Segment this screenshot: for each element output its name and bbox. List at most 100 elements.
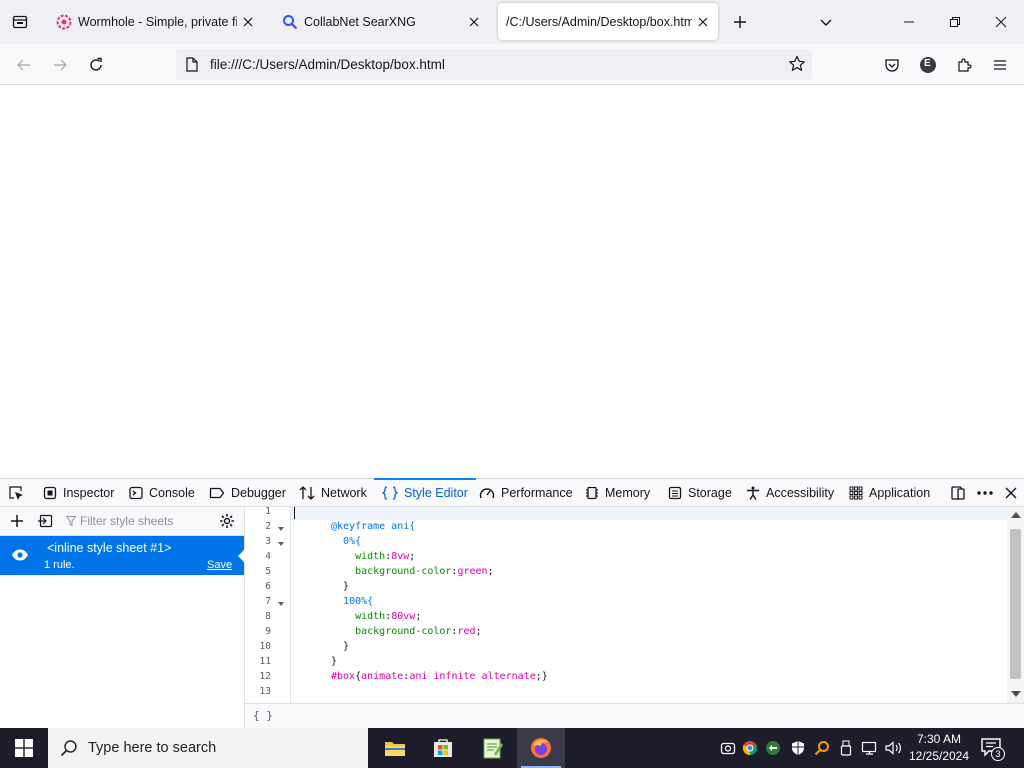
tray-security-icon[interactable] bbox=[789, 738, 807, 758]
style-editor-settings-button[interactable] bbox=[217, 511, 237, 531]
tab-style-editor[interactable]: Style Editor bbox=[374, 478, 476, 507]
bookmark-star-icon[interactable] bbox=[788, 55, 806, 76]
account-button[interactable]: E bbox=[913, 50, 943, 80]
fold-toggle-icon[interactable] bbox=[278, 602, 284, 606]
tray-search-tool-icon[interactable] bbox=[813, 738, 831, 758]
network-status-icon[interactable] bbox=[861, 738, 879, 758]
tab-title: /C:/Users/Admin/Desktop/box.htm bbox=[506, 14, 692, 29]
volume-icon[interactable] bbox=[885, 738, 903, 758]
pretty-print-button[interactable]: { } bbox=[253, 709, 273, 722]
vertical-scrollbar[interactable] bbox=[1007, 507, 1024, 703]
tab-debugger[interactable]: Debugger bbox=[209, 479, 286, 507]
close-window-button[interactable] bbox=[978, 0, 1024, 44]
tab-label: Memory bbox=[605, 486, 651, 500]
tab-label: Network bbox=[321, 486, 367, 500]
code-line[interactable]: #box{animate:ani infnite alternate;} bbox=[331, 671, 548, 682]
scroll-down-icon[interactable] bbox=[1011, 691, 1021, 697]
back-button[interactable] bbox=[9, 50, 39, 80]
tab-console[interactable]: Console bbox=[129, 479, 195, 507]
restore-button[interactable] bbox=[932, 0, 978, 44]
tray-sync-icon[interactable] bbox=[764, 738, 782, 758]
pocket-button[interactable] bbox=[877, 50, 907, 80]
close-tab-icon[interactable] bbox=[467, 15, 481, 29]
list-all-tabs-button[interactable] bbox=[803, 0, 849, 44]
line-number: 13 bbox=[259, 686, 271, 697]
taskbar-search-box[interactable]: Type here to search bbox=[48, 728, 368, 768]
new-tab-button[interactable] bbox=[717, 0, 763, 44]
file-explorer-button[interactable] bbox=[371, 728, 419, 768]
tab-inspector[interactable]: Inspector bbox=[43, 479, 114, 507]
eye-icon[interactable] bbox=[11, 548, 29, 565]
code-line[interactable]: background-color:red; bbox=[331, 626, 481, 637]
fold-toggle-icon[interactable] bbox=[278, 527, 284, 531]
tab-application[interactable]: Application bbox=[849, 479, 930, 507]
code-line[interactable]: width:80vw; bbox=[331, 611, 421, 622]
firefox-taskbar-button[interactable] bbox=[517, 728, 565, 768]
style-sheet-item[interactable]: <inline style sheet #1> 1 rule. Save bbox=[0, 536, 245, 575]
tab-searxng[interactable]: CollabNet SearXNG bbox=[274, 3, 489, 40]
close-tab-icon[interactable] bbox=[696, 15, 710, 29]
tab-performance[interactable]: Performance bbox=[479, 479, 573, 507]
tab-label: Storage bbox=[688, 486, 732, 500]
forward-button[interactable] bbox=[45, 50, 75, 80]
puzzle-icon bbox=[958, 58, 972, 72]
tab-strip: Wormhole - Simple, private file CollabNe… bbox=[0, 0, 1024, 44]
new-style-sheet-button[interactable] bbox=[7, 511, 27, 531]
tray-usb-icon[interactable] bbox=[837, 738, 855, 758]
style-editor-code[interactable]: 1 2 3 4 5 6 7 8 9 10 11 12 13 @keyframe ani{ 0%{ wid… bbox=[245, 507, 1024, 703]
address-bar[interactable]: file:///C:/Users/Admin/Desktop/box.html bbox=[176, 49, 812, 80]
minimize-button[interactable] bbox=[886, 0, 932, 44]
microsoft-store-button[interactable] bbox=[419, 728, 467, 768]
gear-icon bbox=[220, 514, 234, 528]
reload-button[interactable] bbox=[81, 50, 111, 80]
debugger-icon bbox=[209, 487, 225, 499]
tray-chrome-icon[interactable] bbox=[741, 738, 759, 758]
tab-network[interactable]: Network bbox=[299, 479, 367, 507]
import-style-sheet-button[interactable] bbox=[35, 511, 55, 531]
filter-style-sheets-input[interactable]: Filter style sheets bbox=[66, 507, 173, 535]
close-devtools-button[interactable] bbox=[1000, 479, 1022, 507]
tab-label: Accessibility bbox=[766, 486, 835, 500]
code-line[interactable]: } bbox=[331, 656, 337, 667]
scrollbar-thumb[interactable] bbox=[1010, 529, 1021, 679]
url-text[interactable]: file:///C:/Users/Admin/Desktop/box.html bbox=[210, 57, 445, 72]
code-line[interactable]: @keyframe ani{ bbox=[331, 521, 415, 532]
tab-accessibility[interactable]: Accessibility bbox=[746, 479, 834, 507]
clock-time: 7:30 AM bbox=[916, 732, 962, 746]
code-line[interactable]: 0%{ bbox=[331, 536, 361, 547]
tab-title: Wormhole - Simple, private file bbox=[78, 14, 237, 29]
code-line[interactable]: 100%{ bbox=[331, 596, 373, 607]
start-button[interactable] bbox=[0, 728, 48, 768]
app-menu-button[interactable] bbox=[985, 50, 1015, 80]
line-number-gutter: 1 2 3 4 5 6 7 8 9 10 11 12 13 bbox=[245, 507, 291, 703]
performance-icon bbox=[479, 488, 495, 499]
style-sheets-toolbar: Filter style sheets bbox=[0, 507, 244, 536]
code-line[interactable]: } bbox=[331, 581, 349, 592]
hamburger-menu-icon bbox=[994, 60, 1006, 70]
editor-footer: { } bbox=[245, 703, 1024, 728]
element-picker-button[interactable] bbox=[5, 479, 27, 507]
fold-toggle-icon[interactable] bbox=[278, 542, 284, 546]
code-line[interactable]: width:8vw; bbox=[331, 551, 415, 562]
storage-icon bbox=[668, 486, 682, 500]
plus-icon bbox=[11, 515, 23, 527]
code-line[interactable]: } bbox=[331, 641, 349, 652]
devtools-menu-button[interactable] bbox=[974, 479, 996, 507]
account-initial: E bbox=[924, 58, 931, 69]
action-center-button[interactable]: 3 bbox=[980, 736, 1005, 761]
system-clock[interactable]: 7:30 AM 12/25/2024 bbox=[908, 731, 970, 765]
tab-storage[interactable]: Storage bbox=[668, 479, 732, 507]
firefox-view-button[interactable] bbox=[0, 0, 40, 44]
tab-wormhole[interactable]: Wormhole - Simple, private file bbox=[48, 3, 263, 40]
tray-screenshot-icon[interactable] bbox=[719, 738, 737, 758]
code-line[interactable]: background-color:green; bbox=[331, 566, 494, 577]
extensions-button[interactable] bbox=[949, 50, 979, 80]
close-tab-icon[interactable] bbox=[241, 15, 255, 29]
editor-app-button[interactable] bbox=[468, 728, 516, 768]
tab-box-html[interactable]: /C:/Users/Admin/Desktop/box.htm bbox=[498, 3, 718, 40]
scroll-up-icon[interactable] bbox=[1011, 512, 1021, 518]
save-link[interactable]: Save bbox=[207, 559, 232, 571]
responsive-design-button[interactable] bbox=[947, 479, 969, 507]
tab-memory[interactable]: Memory bbox=[585, 479, 650, 507]
inspector-icon bbox=[43, 486, 57, 500]
